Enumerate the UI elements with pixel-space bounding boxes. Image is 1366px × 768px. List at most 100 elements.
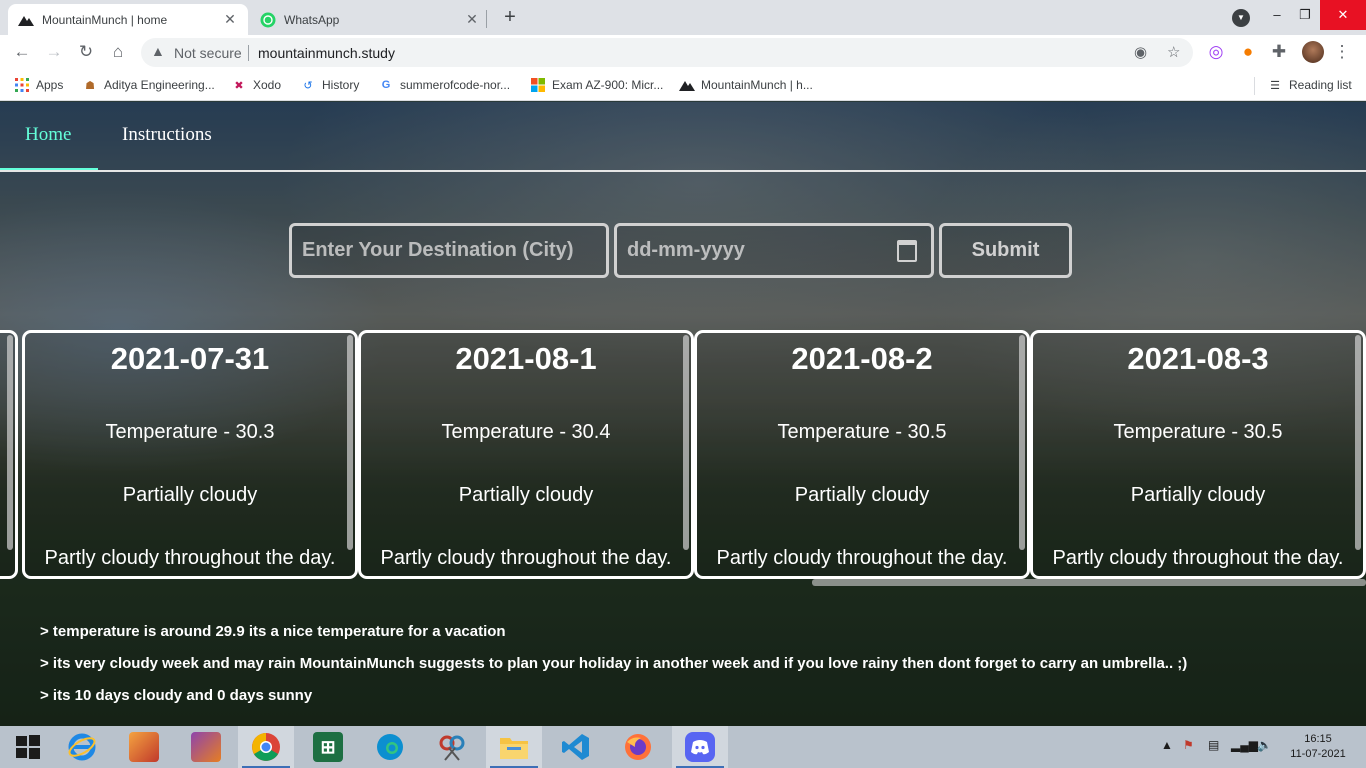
tab-search-icon[interactable]: ▼ — [1232, 9, 1250, 27]
close-icon[interactable]: ✕ — [222, 11, 238, 28]
reading-list-label: Reading list — [1289, 78, 1352, 92]
start-button[interactable] — [0, 726, 56, 768]
reading-list-button[interactable]: ☰ Reading list — [1267, 77, 1352, 93]
tab-title: WhatsApp — [284, 12, 340, 27]
volume-icon[interactable]: 🔈 — [1257, 738, 1272, 752]
close-window-button[interactable]: ✕ — [1320, 0, 1366, 30]
forecast-temperature: Temperature - 30.5 — [1113, 421, 1283, 443]
reading-list-icon: ☰ — [1270, 79, 1280, 92]
security-alert-icon[interactable]: ⚑ — [1183, 738, 1194, 752]
forecast-card: 2021-07-31 Temperature - 30.3 Partially … — [22, 330, 358, 579]
bookmark-label: Apps — [36, 78, 64, 92]
travel-advice: > temperature is around 29.9 its a nice … — [40, 623, 1187, 719]
submit-button[interactable]: Submit — [939, 223, 1072, 278]
bookmark-label: Xodo — [253, 78, 282, 92]
college-icon: ☗ — [85, 79, 95, 92]
card-scrollbar[interactable] — [683, 335, 689, 550]
bookmark-history[interactable]: ↺ History — [300, 77, 359, 93]
date-placeholder: dd-mm-yyyy — [627, 239, 745, 261]
security-label[interactable]: Not secure — [174, 45, 242, 61]
warning-icon[interactable]: ▲ — [151, 43, 165, 59]
app-icon[interactable] — [116, 726, 172, 768]
eye-slash-icon[interactable]: ◉ — [1134, 43, 1147, 61]
browser-toolbar: ← → ↻ ⌂ ▲ Not secure mountainmunch.study… — [0, 35, 1366, 69]
system-clock[interactable]: 16:15 11-07-2021 — [1286, 732, 1350, 762]
network-device-icon[interactable]: ▤ — [1208, 738, 1219, 752]
internet-explorer-icon[interactable] — [54, 726, 110, 768]
bookmark-separator — [1254, 77, 1255, 95]
back-arrow-icon[interactable]: ← — [10, 40, 34, 64]
forecast-date: 2021-08-2 — [791, 341, 933, 376]
file-explorer-icon[interactable] — [486, 726, 542, 768]
bookmark-aditya[interactable]: ☗ Aditya Engineering... — [82, 77, 215, 93]
bookmark-label: Exam AZ-900: Micr... — [552, 78, 664, 92]
firefox-icon[interactable] — [610, 726, 666, 768]
destination-input[interactable]: Enter Your Destination (City) — [289, 223, 609, 278]
excel-icon[interactable]: ⊞ — [300, 726, 356, 768]
edge-icon[interactable] — [362, 726, 418, 768]
chrome-icon[interactable] — [238, 726, 294, 768]
mountain-icon — [679, 77, 695, 93]
whatsapp-icon — [260, 12, 276, 28]
bookmark-label: MountainMunch | h... — [701, 78, 813, 92]
bookmark-apps[interactable]: Apps — [14, 77, 63, 93]
forecast-description: Partly cloudy throughout the day. — [44, 547, 336, 569]
nav-home-link[interactable]: Home — [25, 124, 71, 146]
card-scrollbar[interactable] — [1355, 335, 1361, 550]
bookmark-az900[interactable]: Exam AZ-900: Micr... — [530, 77, 663, 93]
forecast-carousel[interactable]: 2021-07-31 Temperature - 30.3 Partially … — [0, 328, 1366, 588]
google-icon: G — [381, 79, 391, 91]
reload-icon[interactable]: ↻ — [74, 40, 98, 64]
forward-arrow-icon[interactable]: → — [42, 40, 66, 64]
tab-mountainmunch[interactable]: MountainMunch | home ✕ — [8, 4, 248, 35]
address-bar[interactable]: ▲ Not secure mountainmunch.study ◉ ☆ — [141, 38, 1193, 67]
forecast-date: 2021-08-1 — [455, 341, 597, 376]
puzzle-icon[interactable]: ✚ — [1267, 40, 1291, 64]
tab-separator — [486, 10, 487, 28]
extension-flame-icon[interactable]: ● — [1236, 40, 1260, 64]
browser-tab-bar: MountainMunch | home ✕ WhatsApp ✕ + ▼ – … — [0, 0, 1366, 35]
nav-instructions-link[interactable]: Instructions — [122, 124, 212, 146]
calendar-icon[interactable] — [897, 240, 917, 262]
forecast-condition: Partially cloudy — [794, 484, 930, 506]
forecast-temperature: Temperature - 30.4 — [441, 421, 611, 443]
home-icon[interactable]: ⌂ — [106, 40, 130, 64]
card-scrollbar[interactable] — [1019, 335, 1025, 550]
page-background: Home Instructions Enter Your Destination… — [0, 102, 1366, 726]
address-divider — [248, 45, 249, 61]
date-input[interactable]: dd-mm-yyyy — [614, 223, 934, 278]
extension-broadcast-icon[interactable]: ◎ — [1204, 40, 1228, 64]
clock-date: 11-07-2021 — [1290, 748, 1346, 760]
close-icon[interactable]: ✕ — [464, 11, 480, 28]
forecast-condition: Partially cloudy — [122, 484, 258, 506]
tab-whatsapp[interactable]: WhatsApp ✕ — [250, 4, 490, 35]
show-hidden-icons-icon[interactable]: ▲ — [1161, 738, 1173, 752]
new-tab-button[interactable]: + — [498, 6, 522, 30]
vscode-icon[interactable] — [548, 726, 604, 768]
winrar-icon[interactable] — [178, 726, 234, 768]
more-menu-icon[interactable]: ⋮ — [1330, 40, 1354, 64]
discord-icon[interactable] — [672, 726, 728, 768]
forecast-description: Partly cloudy throughout the day. — [380, 547, 672, 569]
microsoft-icon — [530, 77, 546, 93]
mountain-icon — [18, 12, 34, 28]
apps-grid-icon — [14, 77, 30, 93]
destination-placeholder: Enter Your Destination (City) — [302, 239, 574, 261]
xodo-icon: ✖ — [234, 79, 244, 92]
card-scrollbar[interactable] — [7, 335, 13, 550]
advice-line: > its very cloudy week and may rain Moun… — [40, 655, 1188, 672]
forecast-temperature: Temperature - 30.3 — [105, 421, 275, 443]
bookmark-label: Aditya Engineering... — [104, 78, 215, 92]
carousel-horizontal-scrollbar[interactable] — [812, 579, 1366, 586]
star-icon[interactable]: ☆ — [1167, 43, 1180, 61]
bookmark-mountainmunch[interactable]: MountainMunch | h... — [679, 77, 813, 93]
signal-icon[interactable]: ▂▄▆ — [1231, 738, 1258, 752]
windows-logo-icon — [16, 735, 40, 759]
snipping-tool-icon[interactable] — [424, 726, 480, 768]
bookmark-summerofcode[interactable]: G summerofcode-nor... — [378, 77, 510, 93]
bookmark-xodo[interactable]: ✖ Xodo — [231, 77, 281, 93]
card-scrollbar[interactable] — [347, 335, 353, 550]
avatar[interactable] — [1302, 41, 1324, 63]
url-text[interactable]: mountainmunch.study — [258, 45, 395, 61]
advice-line: > temperature is around 29.9 its a nice … — [40, 623, 506, 640]
